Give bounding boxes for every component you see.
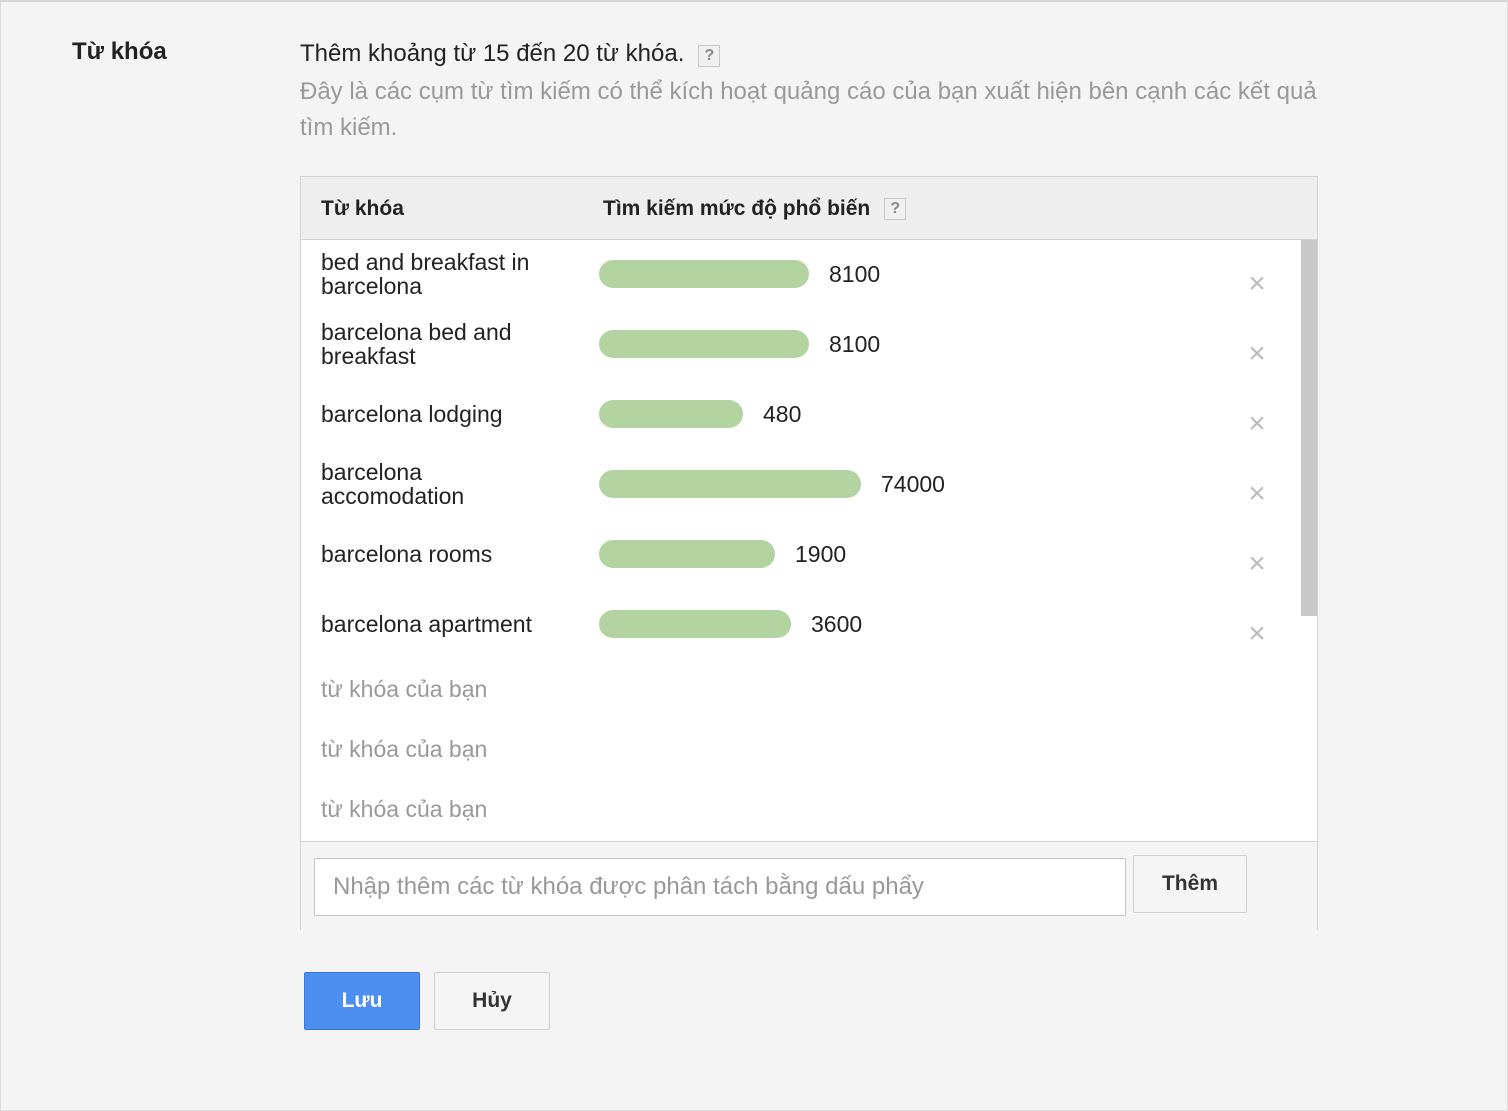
search-volume: 3600 — [811, 611, 863, 637]
keyword-row: barcelona lodging 480 × — [301, 380, 1301, 450]
popularity-bar — [599, 470, 861, 498]
remove-keyword-icon[interactable]: × — [1245, 549, 1269, 579]
keyword-text: barcelona apartment — [321, 611, 532, 637]
keyword-row: bed and breakfast in barcelona 8100 × — [301, 240, 1301, 310]
column-header-popularity-label: Tìm kiếm mức độ phổ biến — [603, 197, 871, 220]
help-icon[interactable]: ? — [884, 198, 907, 220]
remove-keyword-icon[interactable]: × — [1245, 339, 1269, 369]
empty-keyword-slot[interactable]: từ khóa của bạn — [321, 676, 487, 703]
keywords-description: Đây là các cụm từ tìm kiếm có thể kích h… — [300, 78, 1317, 141]
keyword-row: barcelona rooms 1900 × — [301, 520, 1301, 590]
keyword-text: barcelona lodging — [321, 401, 503, 427]
keyword-text: barcelona rooms — [321, 541, 493, 567]
section-label: Từ khóa — [72, 38, 167, 65]
keyword-row: barcelona bed and breakfast 8100 × — [301, 310, 1301, 380]
keyword-list[interactable]: bed and breakfast in barcelona 8100 × ba… — [301, 240, 1317, 840]
empty-keyword-slot[interactable]: từ khóa của bạn — [321, 736, 487, 763]
cancel-button[interactable]: Hủy — [434, 972, 550, 1030]
column-header-keyword: Từ khóa — [321, 197, 404, 220]
search-volume: 74000 — [881, 471, 945, 497]
add-keywords-bar: Thêm — [301, 841, 1317, 930]
keywords-table: Từ khóa Tìm kiếm mức độ phổ biến ? bed a… — [300, 176, 1318, 930]
popularity-bar — [599, 610, 791, 638]
add-keywords-input[interactable] — [314, 858, 1126, 916]
search-volume: 1900 — [795, 541, 847, 567]
popularity-bar — [599, 400, 743, 428]
popularity-bar — [599, 540, 775, 568]
search-volume: 8100 — [829, 331, 881, 357]
remove-keyword-icon[interactable]: × — [1245, 409, 1269, 439]
scrollbar[interactable] — [1301, 240, 1317, 616]
keywords-heading: Thêm khoảng từ 15 đến 20 từ khóa. ? — [300, 40, 721, 68]
keyword-row: barcelona apartment 3600 × — [301, 590, 1301, 660]
keyword-text: bed and breakfast in barcelona — [321, 249, 530, 299]
column-header-popularity: Tìm kiếm mức độ phổ biến ? — [603, 197, 907, 221]
heading-text: Thêm khoảng từ 15 đến 20 từ khóa. — [300, 40, 685, 67]
add-keywords-button[interactable]: Thêm — [1133, 855, 1247, 913]
popularity-bar — [599, 330, 809, 358]
save-button[interactable]: Lưu — [304, 972, 420, 1030]
keyword-row: barcelona accomodation 74000 × — [301, 450, 1301, 520]
popularity-bar — [599, 260, 809, 288]
empty-keyword-slot[interactable]: từ khóa của bạn — [321, 796, 487, 823]
remove-keyword-icon[interactable]: × — [1245, 479, 1269, 509]
keyword-text: barcelona accomodation — [321, 459, 465, 509]
help-icon[interactable]: ? — [698, 45, 721, 67]
keyword-text: barcelona bed and breakfast — [321, 319, 512, 369]
remove-keyword-icon[interactable]: × — [1245, 619, 1269, 649]
table-header: Từ khóa Tìm kiếm mức độ phổ biến ? — [301, 177, 1317, 240]
search-volume: 480 — [763, 401, 802, 427]
remove-keyword-icon[interactable]: × — [1245, 269, 1269, 299]
search-volume: 8100 — [829, 261, 881, 287]
